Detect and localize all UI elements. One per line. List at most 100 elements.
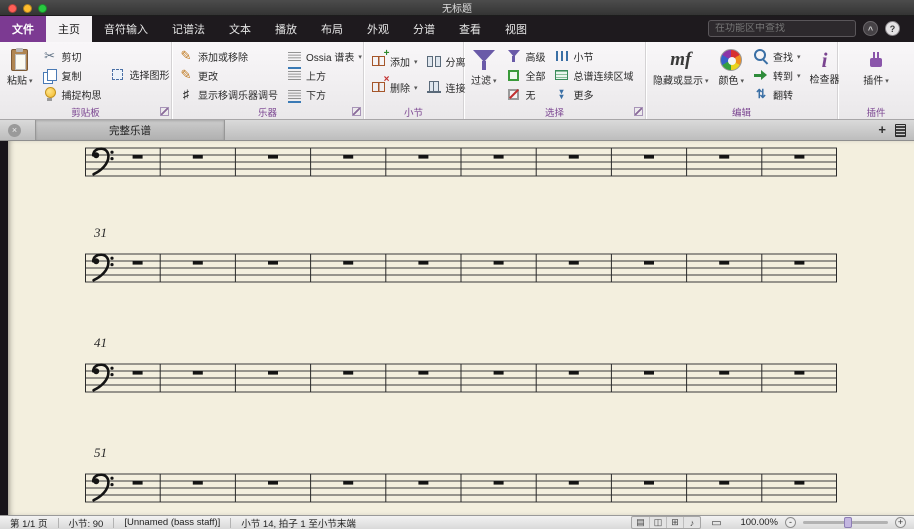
tab-play[interactable]: 播放 — [263, 16, 309, 42]
join-bar-button[interactable]: 连接 — [424, 78, 468, 96]
tab-overview-icon[interactable] — [895, 123, 906, 137]
tab-parts[interactable]: 分谱 — [401, 16, 447, 42]
split-bar-button[interactable]: 分离 — [424, 52, 468, 70]
dialog-launcher-icon[interactable] — [160, 107, 169, 116]
zoom-slider-thumb[interactable] — [843, 517, 852, 528]
traffic-lights — [8, 4, 47, 13]
staff-svg[interactable] — [85, 361, 837, 395]
note-view-icon[interactable] — [683, 517, 700, 528]
dropdown-arrow-icon — [414, 56, 418, 67]
tab-file[interactable]: 文件 — [0, 16, 46, 42]
show-transposing-key-button[interactable]: 显示移调乐器调号 — [176, 85, 280, 103]
staff-system[interactable]: 41 — [85, 335, 837, 395]
group-edit-label: 编辑 — [731, 107, 751, 119]
staff-system[interactable]: 51 — [85, 445, 837, 505]
color-button[interactable]: 颜色 — [716, 44, 748, 104]
cut-button[interactable]: 剪切 — [40, 47, 104, 65]
staff-svg[interactable] — [85, 145, 837, 179]
select-bars-button[interactable]: 小节 — [552, 47, 636, 65]
ribbon: 粘贴 剪切 复制 捕捉构思 选择图形 剪贴板 添加或移除 更改 显 — [0, 42, 914, 120]
staff-svg[interactable] — [85, 251, 837, 285]
advanced-label: 高级 — [525, 52, 546, 64]
dropdown-arrow-icon — [797, 70, 801, 81]
minimize-window-button[interactable] — [23, 4, 32, 13]
zoom-out-button[interactable] — [785, 517, 796, 528]
staff-svg[interactable] — [85, 471, 837, 505]
select-all-icon — [508, 69, 520, 81]
add-bar-icon — [371, 48, 389, 66]
page-view-icon[interactable] — [632, 517, 649, 528]
inspector-i-icon — [822, 48, 828, 73]
select-all-button[interactable]: 全部 — [504, 66, 548, 84]
collapse-ribbon-button[interactable] — [863, 21, 878, 36]
add-bar-label: 添加 — [390, 57, 410, 69]
split-bar-label: 分离 — [445, 57, 466, 69]
tab-home[interactable]: 主页 — [46, 16, 92, 42]
window-title: 无标题 — [442, 4, 472, 15]
color-wheel-icon — [720, 49, 743, 71]
new-tab-button[interactable] — [878, 121, 886, 139]
tab-view[interactable]: 视图 — [493, 16, 539, 42]
staff-above-button[interactable]: 上方 — [284, 66, 364, 84]
find-button[interactable]: 查找 — [751, 47, 803, 65]
hide-show-button[interactable]: 隐藏或显示 — [650, 44, 712, 104]
select-passage-button[interactable]: 总谱连续区域 — [552, 66, 636, 84]
zoom-slider[interactable] — [803, 517, 888, 528]
status-bar: 第 1/1 页 小节: 90 [Unnamed (bass staff)] 小节… — [0, 515, 914, 529]
zoom-window-button[interactable] — [38, 4, 47, 13]
flip-button[interactable]: 翻转 — [751, 85, 803, 103]
paste-button[interactable]: 粘贴 — [4, 44, 36, 104]
group-plugins: 插件 插件 — [838, 42, 914, 119]
dropdown-arrow-icon — [493, 75, 497, 87]
add-bar-button[interactable]: 添加 — [368, 48, 420, 70]
tab-review[interactable]: 查看 — [447, 16, 493, 42]
group-clipboard: 粘贴 剪切 复制 捕捉构思 选择图形 剪贴板 — [0, 42, 172, 119]
tab-text[interactable]: 文本 — [217, 16, 263, 42]
tab-layout[interactable]: 布局 — [309, 16, 355, 42]
page-indicator: 第 1/1 页 — [10, 518, 48, 529]
full-score-tab-label: 完整乐谱 — [109, 124, 151, 137]
bar-number: 41 — [94, 335, 107, 350]
zoom-in-button[interactable] — [895, 517, 906, 528]
delete-bar-button[interactable]: 删除 — [368, 74, 420, 96]
dropdown-arrow-icon — [741, 75, 745, 87]
advanced-filter-button[interactable]: 高级 — [504, 47, 548, 65]
dropdown-arrow-icon — [797, 51, 801, 62]
ribbon-search-input[interactable] — [715, 23, 849, 34]
filter-label: 过滤 — [471, 75, 491, 87]
copy-button[interactable]: 复制 — [40, 66, 104, 84]
grid-view-icon[interactable] — [666, 517, 683, 528]
staff-system[interactable] — [85, 145, 837, 179]
dialog-launcher-icon[interactable] — [352, 107, 361, 116]
score-page[interactable]: 31 41 51 — [8, 141, 914, 515]
plugins-label: 插件 — [863, 75, 884, 87]
plugins-button[interactable]: 插件 — [860, 44, 892, 104]
add-remove-instruments-button[interactable]: 添加或移除 — [176, 47, 280, 65]
hide-show-label: 隐藏或显示 — [653, 75, 703, 87]
staff-below-icon — [287, 89, 301, 103]
tab-notations[interactable]: 记谱法 — [160, 16, 217, 42]
tab-appearance[interactable]: 外观 — [355, 16, 401, 42]
close-window-button[interactable] — [8, 4, 17, 13]
select-none-button[interactable]: 无 — [504, 85, 548, 103]
sharp-icon — [178, 86, 194, 102]
tab-note-input[interactable]: 音符输入 — [92, 16, 160, 42]
score-area: 31 41 51 — [0, 141, 914, 515]
filter-button[interactable]: 过滤 — [468, 44, 500, 104]
tab-full-score[interactable]: 完整乐谱 — [35, 120, 225, 140]
capture-idea-button[interactable]: 捕捉构思 — [40, 85, 104, 103]
close-tab-button[interactable] — [8, 123, 21, 137]
group-instruments: 添加或移除 更改 显示移调乐器调号 Ossia 谱表 上方 下方 乐器 — [172, 42, 364, 119]
staff-below-button[interactable]: 下方 — [284, 85, 364, 103]
panorama-view-icon[interactable] — [649, 517, 666, 528]
goto-button[interactable]: 转到 — [751, 66, 803, 84]
change-instrument-button[interactable]: 更改 — [176, 66, 280, 84]
ossia-staff-button[interactable]: Ossia 谱表 — [284, 47, 364, 65]
staff-system[interactable]: 31 — [85, 225, 837, 285]
select-graphic-button[interactable]: 选择图形 — [108, 65, 172, 83]
dialog-launcher-icon[interactable] — [634, 107, 643, 116]
screen-view-icon[interactable] — [708, 517, 725, 528]
help-button[interactable] — [885, 21, 900, 36]
select-all-label: 全部 — [525, 71, 546, 83]
select-more-button[interactable]: 更多 — [552, 85, 636, 103]
